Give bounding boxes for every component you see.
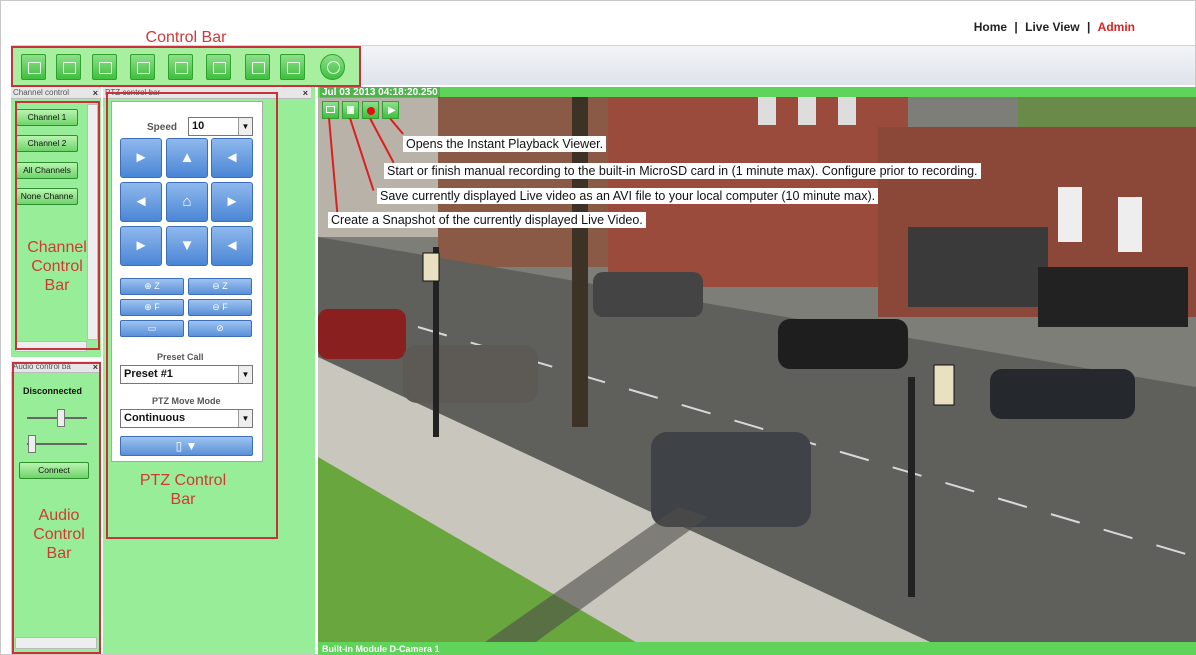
close-icon[interactable]: × [93,87,98,98]
channel-panel-header: Channel control × [11,87,101,99]
nav-home-link[interactable]: Home [974,20,1007,34]
nav-separator: | [1014,20,1018,34]
record-button[interactable] [362,101,379,119]
video-timestamp: Jul 03 2013 04:18:20.250 [320,87,440,98]
page: Home | Live View | Admin Control Bar Cha… [0,0,1196,655]
ptz-control-bar-label: PTZ Control Bar [139,472,227,508]
callout-playback: Opens the Instant Playback Viewer. [403,136,607,152]
channel-panel-title: Channel control [13,88,70,97]
video-header-bar [318,87,1196,97]
playback-button[interactable]: ▶ [382,101,399,119]
channel-control-bar-label: Channel Control Bar [27,239,87,294]
snapshot-button[interactable] [322,101,339,119]
save-icon [347,106,354,114]
callout-snapshot: Create a Snapshot of the currently displ… [328,212,646,228]
audio-control-bar-label: Audio Control Bar [33,507,85,562]
callout-save: Save currently displayed Live video as a… [377,188,879,204]
nav-separator: | [1086,20,1091,34]
video-footer: Built-in Module D-Camera 1 [318,642,1196,655]
nav-admin-link[interactable]: Admin [1098,20,1135,34]
control-bar-highlight [11,46,361,87]
save-avi-button[interactable] [342,101,359,119]
control-bar-label: Control Bar [145,29,227,46]
close-icon[interactable]: × [303,87,308,98]
play-icon: ▶ [388,105,396,116]
top-nav: Home | Live View | Admin [972,20,1137,34]
camera-icon [326,106,335,113]
callout-record: Start or finish manual recording to the … [384,163,981,179]
nav-live-view-link[interactable]: Live View [1025,20,1079,34]
channel-bar-highlight [15,101,100,350]
record-icon [367,107,375,115]
